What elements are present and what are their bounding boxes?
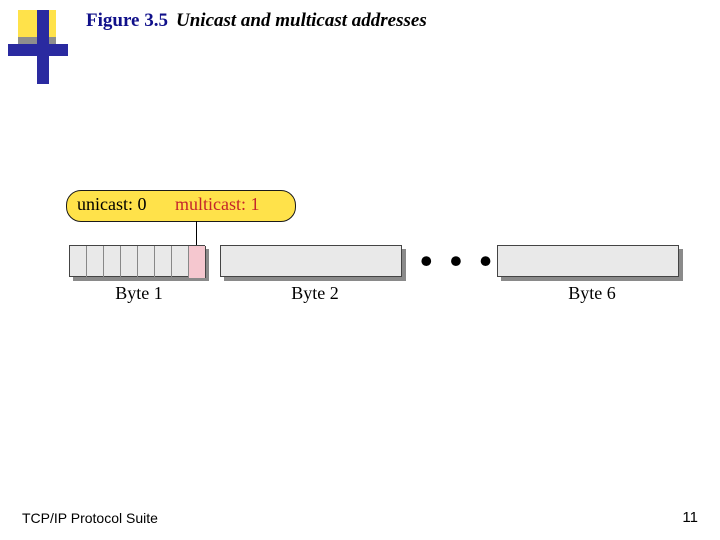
- slide-bullet-decoration: [37, 10, 49, 84]
- byte-label: Byte 2: [220, 283, 410, 304]
- multicast-bit-cell: [189, 246, 206, 278]
- bit-meaning-callout: unicast: 0 multicast: 1: [66, 190, 296, 222]
- page-number: 11: [682, 509, 698, 526]
- figure-number: Figure 3.5: [86, 10, 168, 32]
- byte-2: Byte 2: [220, 245, 410, 305]
- byte-label: Byte 1: [69, 283, 209, 304]
- byte-label: Byte 6: [497, 283, 687, 304]
- ellipsis: • • •: [420, 240, 496, 282]
- multicast-label: multicast: 1: [175, 194, 260, 215]
- unicast-label: unicast: 0: [77, 194, 147, 215]
- slide: Figure 3.5 Unicast and multicast address…: [0, 0, 720, 540]
- byte-6: Byte 6: [497, 245, 687, 305]
- footer-source: TCP/IP Protocol Suite: [22, 510, 158, 526]
- figure-title: Unicast and multicast addresses: [176, 10, 427, 32]
- byte-1: Byte 1: [69, 245, 209, 305]
